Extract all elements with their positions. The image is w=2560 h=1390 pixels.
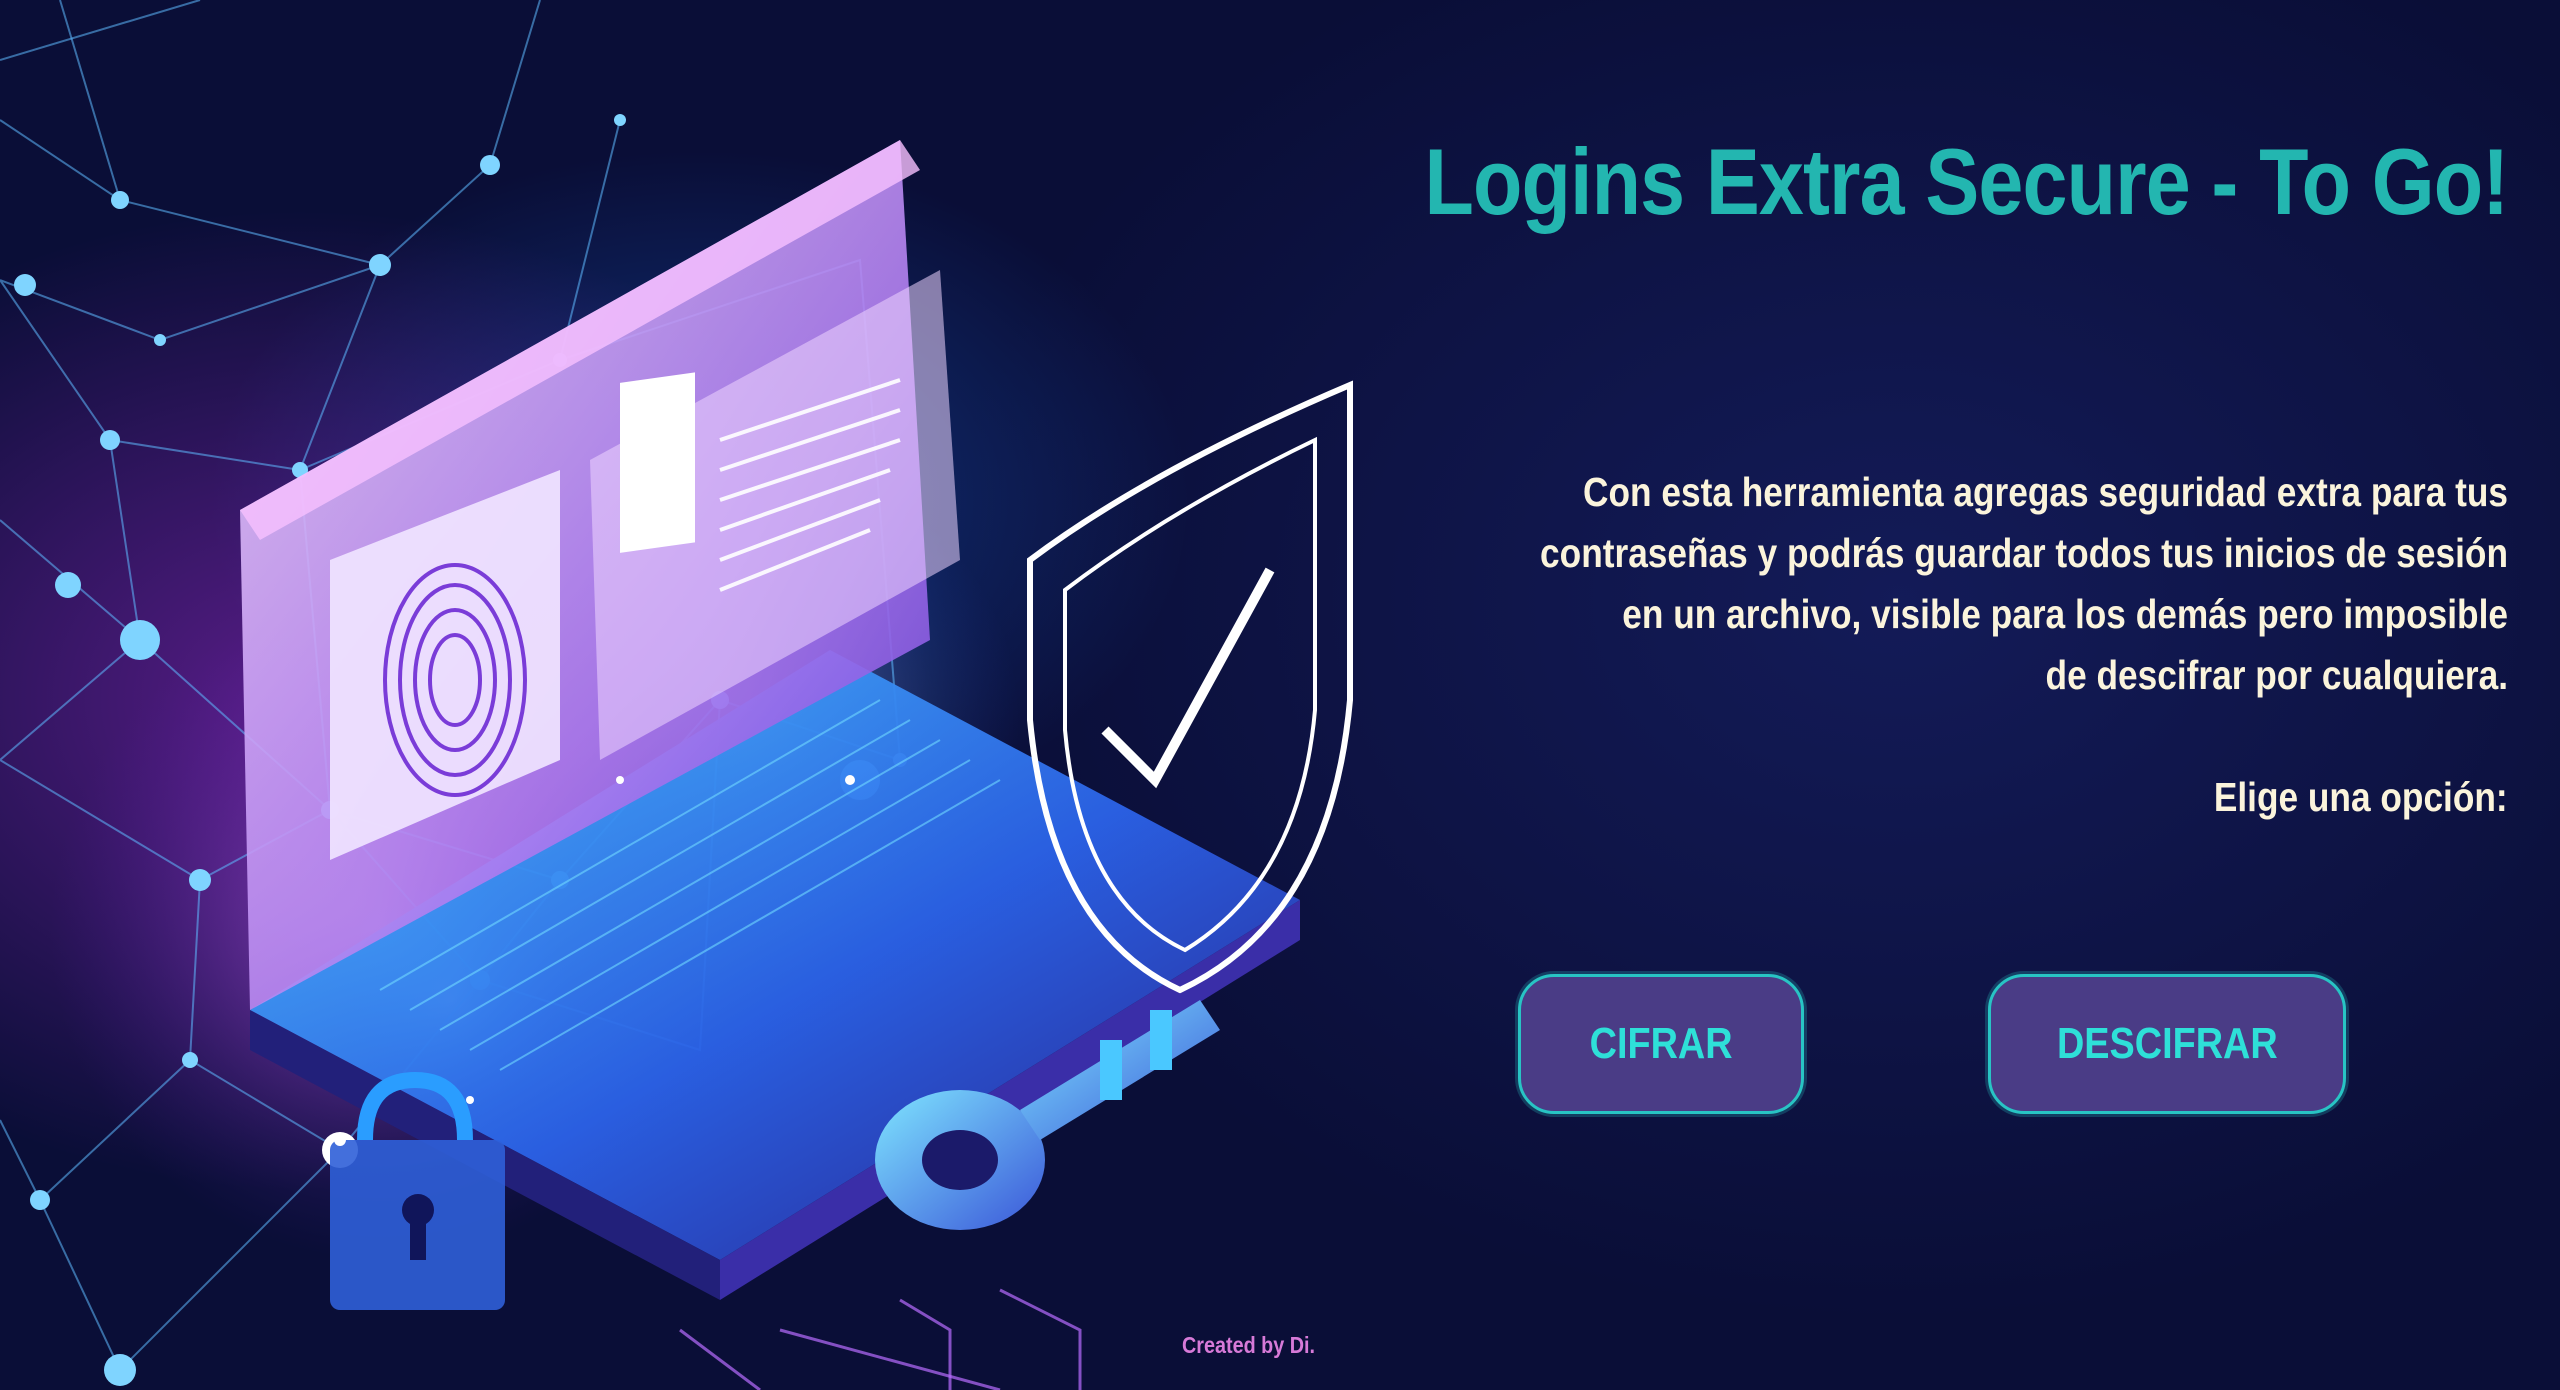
- app-screen: Logins Extra Secure - To Go! Con esta he…: [0, 0, 2560, 1390]
- option-prompt: Elige una opción:: [2214, 774, 2508, 820]
- description-line: Con esta herramienta agregas seguridad e…: [1583, 469, 2508, 515]
- description-line: contraseñas y podrás guardar todos tus i…: [1540, 530, 2508, 576]
- intro-description: Con esta herramienta agregas seguridad e…: [1304, 462, 2508, 706]
- decrypt-button-label: DESCIFRAR: [2056, 1019, 2278, 1068]
- laptop-icon: [240, 140, 1300, 1300]
- page-title: Logins Extra Secure - To Go!: [1424, 129, 2509, 234]
- description-line: en un archivo, visible para los demás pe…: [1622, 591, 2508, 637]
- encrypt-button[interactable]: CIFRAR: [1518, 974, 1804, 1114]
- encrypt-button-label: CIFRAR: [1589, 1019, 1733, 1068]
- decrypt-button[interactable]: DESCIFRAR: [1988, 974, 2346, 1114]
- description-line: de descifrar por cualquiera.: [2045, 652, 2508, 698]
- author-credit: Created by Di.: [1182, 1332, 1316, 1358]
- security-illustration: [0, 0, 1353, 1390]
